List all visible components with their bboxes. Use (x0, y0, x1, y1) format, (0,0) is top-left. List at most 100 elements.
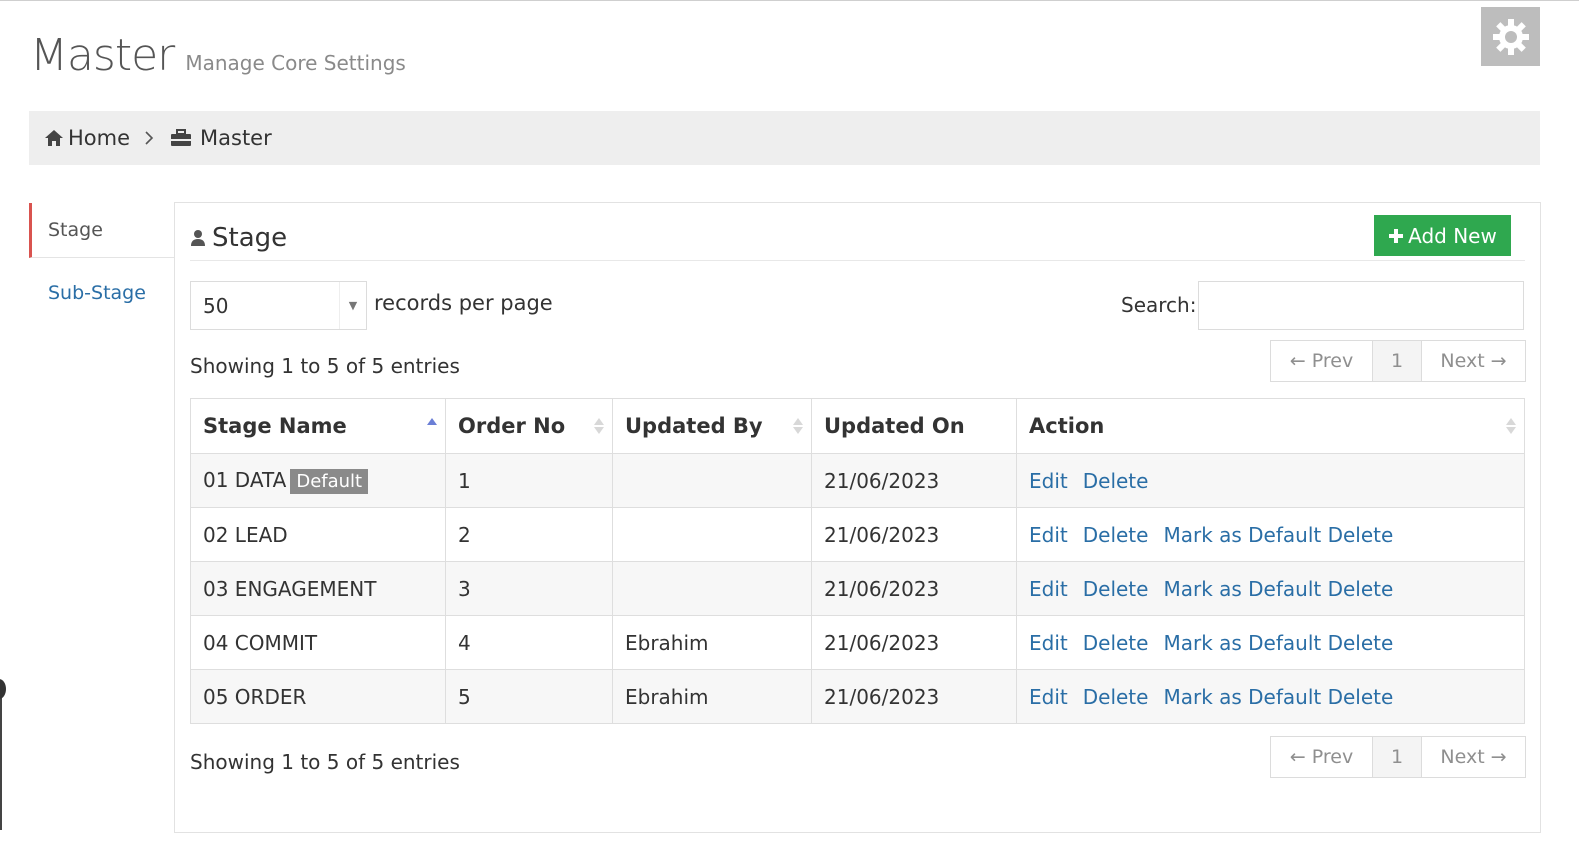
caret-down-icon: ▼ (339, 282, 366, 329)
edit-link[interactable]: Edit (1029, 631, 1068, 655)
sort-icon (793, 418, 803, 434)
cell-stage-name: 05 ORDER (190, 669, 446, 724)
chevron-right-icon (144, 131, 154, 145)
delete-link[interactable]: Delete (1083, 685, 1149, 709)
records-per-page-value: 50 (203, 293, 229, 318)
breadcrumb: Home Master (29, 111, 1540, 165)
home-icon (45, 130, 63, 146)
edit-link[interactable]: Edit (1029, 469, 1068, 493)
pagination-bottom: ← Prev 1 Next → (1270, 736, 1526, 778)
page-title: Master Manage Core Settings (30, 30, 406, 81)
cell-updated-by (612, 453, 812, 508)
column-header-label: Updated By (625, 414, 763, 438)
cell-action: Edit Delete Mark as Default Delete (1016, 561, 1525, 616)
table-row: 03 ENGAGEMENT 3 21/06/2023 Edit Delete Mar… (190, 561, 1525, 616)
sidebar-item-sub-stage[interactable]: Sub-Stage (29, 266, 174, 320)
column-header-updated-by[interactable]: Updated By (612, 398, 812, 454)
column-header-updated-on: Updated On (811, 398, 1017, 454)
briefcase-icon (171, 129, 192, 146)
search-label: Search: (1121, 293, 1197, 317)
search-input[interactable] (1198, 281, 1524, 330)
delete-link[interactable]: Delete (1083, 523, 1149, 547)
column-header-action[interactable]: Action (1016, 398, 1525, 454)
cell-updated-on: 21/06/2023 (811, 453, 1017, 508)
pagination-page[interactable]: 1 (1373, 341, 1422, 381)
breadcrumb-home-label: Home (68, 126, 131, 150)
cell-order-no: 1 (445, 453, 613, 508)
add-new-button[interactable]: Add New (1374, 215, 1511, 256)
table-header-row: Stage Name Order No Updated By Updated O… (190, 398, 1525, 454)
sidebar-item-label: Sub-Stage (48, 282, 146, 304)
mark-default-delete-link[interactable]: Mark as Default Delete (1163, 523, 1393, 547)
cell-updated-on: 21/06/2023 (811, 561, 1017, 616)
sidebar-item-stage[interactable]: Stage (29, 203, 174, 258)
column-header-label: Stage Name (203, 414, 347, 438)
default-badge: Default (290, 468, 369, 494)
mark-default-delete-link[interactable]: Mark as Default Delete (1163, 685, 1393, 709)
cell-stage-name: 03 ENGAGEMENT (190, 561, 446, 616)
stage-name: 01 DATA (203, 467, 287, 492)
table-info-bottom: Showing 1 to 5 of 5 entries (190, 750, 460, 774)
top-border (0, 0, 1579, 1)
mark-default-delete-link[interactable]: Mark as Default Delete (1163, 631, 1393, 655)
sidebar-item-label: Stage (48, 219, 103, 241)
cell-order-no: 5 (445, 669, 613, 724)
cell-action: Edit Delete (1016, 453, 1525, 508)
edit-link[interactable]: Edit (1029, 685, 1068, 709)
table-info-top: Showing 1 to 5 of 5 entries (190, 354, 460, 378)
left-edge-strip (0, 680, 2, 830)
delete-link[interactable]: Delete (1083, 631, 1149, 655)
cell-updated-on: 21/06/2023 (811, 507, 1017, 562)
pagination-top: ← Prev 1 Next → (1270, 340, 1526, 382)
page-subtitle: Manage Core Settings (185, 51, 406, 75)
table-row: 02 LEAD 2 21/06/2023 Edit Delete Mark as D… (190, 507, 1525, 562)
breadcrumb-current-label: Master (200, 126, 272, 150)
sort-icon (594, 418, 604, 434)
cell-stage-name: 02 LEAD (190, 507, 446, 562)
cell-updated-by: Ebrahim (612, 669, 812, 724)
breadcrumb-current[interactable]: Master (170, 126, 272, 150)
pagination-prev[interactable]: ← Prev (1271, 737, 1373, 777)
edit-link[interactable]: Edit (1029, 577, 1068, 601)
edit-link[interactable]: Edit (1029, 523, 1068, 547)
records-per-page-label: records per page (374, 291, 553, 315)
cell-updated-by: Ebrahim (612, 615, 812, 670)
column-header-order-no[interactable]: Order No (445, 398, 613, 454)
gear-icon (1492, 18, 1529, 55)
delete-link[interactable]: Delete (1083, 469, 1149, 493)
column-header-label: Updated On (824, 414, 965, 438)
cell-stage-name: 01 DATA Default (190, 453, 446, 508)
breadcrumb-home[interactable]: Home (44, 126, 130, 150)
column-header-stage-name[interactable]: Stage Name (190, 398, 446, 454)
cell-order-no: 3 (445, 561, 613, 616)
cell-order-no: 4 (445, 615, 613, 670)
add-new-label: Add New (1408, 223, 1497, 248)
cell-action: Edit Delete Mark as Default Delete (1016, 615, 1525, 670)
column-header-label: Action (1029, 414, 1105, 438)
records-per-page-select[interactable]: 50 ▼ (190, 281, 367, 330)
column-header-label: Order No (458, 414, 566, 438)
table-row: 01 DATA Default 1 21/06/2023 Edit Delete (190, 453, 1525, 508)
panel-title: Stage (190, 223, 287, 253)
plus-icon (1389, 228, 1404, 243)
mark-default-delete-link[interactable]: Mark as Default Delete (1163, 577, 1393, 601)
delete-link[interactable]: Delete (1083, 577, 1149, 601)
pagination-next[interactable]: Next → (1422, 341, 1525, 381)
pagination-page[interactable]: 1 (1373, 737, 1422, 777)
pagination-next[interactable]: Next → (1422, 737, 1525, 777)
settings-button[interactable] (1481, 7, 1540, 66)
cell-order-no: 2 (445, 507, 613, 562)
pagination-prev[interactable]: ← Prev (1271, 341, 1373, 381)
cell-updated-on: 21/06/2023 (811, 615, 1017, 670)
left-edge-handle[interactable] (0, 679, 6, 699)
table-row: 05 ORDER 5 Ebrahim 21/06/2023 Edit Delete… (190, 669, 1525, 724)
table-row: 04 COMMIT 4 Ebrahim 21/06/2023 Edit Delet… (190, 615, 1525, 670)
cell-action: Edit Delete Mark as Default Delete (1016, 669, 1525, 724)
panel-title-label: Stage (212, 222, 288, 253)
cell-stage-name: 04 COMMIT (190, 615, 446, 670)
page-title-main: Master (30, 30, 175, 81)
cell-updated-on: 21/06/2023 (811, 669, 1017, 724)
user-icon (191, 229, 205, 246)
cell-updated-by (612, 561, 812, 616)
sort-asc-icon (427, 418, 437, 434)
